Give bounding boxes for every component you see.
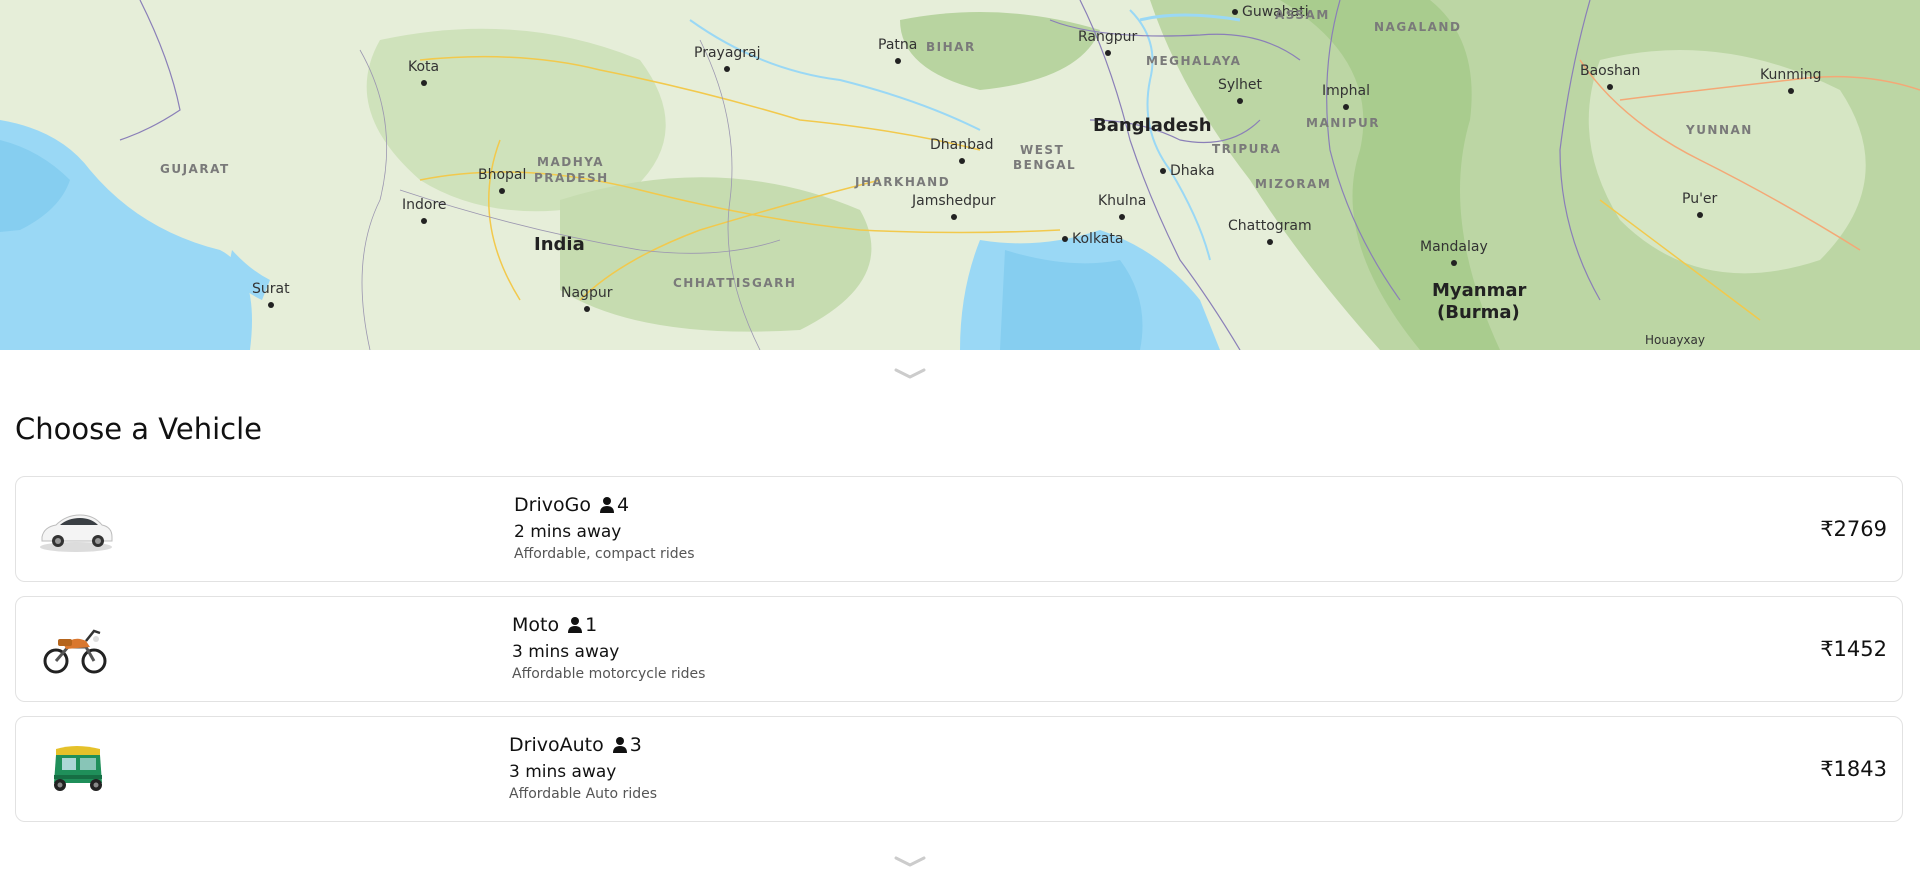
map-country-label: (Burma) [1437,302,1520,323]
map-city-label: Jamshedpur [912,193,996,220]
map-region-label: YUNNAN [1686,123,1753,137]
map-city-label: Patna [878,37,918,64]
map-city-label: Dhaka [1160,163,1215,179]
map-city-label: Kunming [1760,67,1822,94]
map-region-label: PRADESH [534,171,609,185]
vehicle-info: DrivoGo 4 2 mins away Affordable, compac… [514,493,695,562]
chevron-down-icon[interactable] [893,856,927,868]
map-city-label: Kota [408,59,440,86]
vehicle-name-row: Moto 1 [512,613,705,637]
seat-count: 3 [629,734,642,756]
map-country-label: Bangladesh [1093,115,1212,136]
map-region-label: TRIPURA [1212,142,1282,156]
vehicle-name: DrivoGo [514,494,591,516]
motorcycle-icon [43,629,107,674]
vehicle-eta: 2 mins away [514,522,622,542]
map-city-label: Indore [402,197,447,224]
map-region-label: BENGAL [1013,158,1077,172]
person-icon [568,617,583,633]
map-region-label: CHHATTISGARH [673,276,797,290]
map-region-label: MANIPUR [1306,116,1381,130]
vehicle-name-row: DrivoAuto 3 [509,733,657,757]
map-city-label: Sylhet [1218,77,1263,104]
vehicle-description: Affordable motorcycle rides [512,666,706,682]
map-city-label: Nagpur [561,285,613,312]
vehicle-info: Moto 1 3 mins away Affordable motorcycle… [512,613,705,682]
car-icon [40,514,113,552]
map-city-label: Khulna [1098,193,1147,220]
map-country-label: India [534,234,585,255]
person-icon [599,497,614,513]
map-region-label: GUJARAT [160,162,230,176]
page-title: Choose a Vehicle [15,412,262,446]
map-country-label: Myanmar [1432,280,1527,301]
map-region-label: ASSAM [1275,8,1330,22]
vehicle-info: DrivoAuto 3 3 mins away Affordable Auto … [509,733,657,802]
vehicle-eta: 3 mins away [509,762,617,782]
vehicle-eta: 3 mins away [512,642,620,662]
auto-rickshaw-icon [54,746,102,791]
vehicle-price: ₹1452 [1820,637,1887,661]
map-city-label: Rangpur [1078,29,1138,56]
map-city-label: Dhanbad [930,137,994,164]
map-city-label: Pu'er [1682,191,1718,218]
map-region-label: JHARKHAND [855,175,951,189]
map-region-label: WEST [1020,143,1065,157]
person-icon [612,737,627,753]
vehicle-name: Moto [512,614,560,636]
map-region-label: MADHYA [537,155,605,169]
vehicle-price: ₹2769 [1820,517,1887,541]
map-city-label: Prayagraj [694,45,761,72]
map-city-label: Kolkata [1061,231,1124,247]
vehicle-name: DrivoAuto [509,734,604,756]
map-city-label: Chattogram [1228,218,1312,245]
map-region-label: MIZORAM [1255,177,1332,191]
map-city-label: Bhopal [478,167,527,194]
seat-count: 4 [616,494,630,516]
vehicle-description: Affordable Auto rides [509,786,657,802]
vehicle-price: ₹1843 [1820,757,1887,781]
map-city-label: Imphal [1322,83,1370,110]
vehicle-description: Affordable, compact rides [514,546,695,562]
map-city-label: Baoshan [1580,63,1641,90]
map-view[interactable]: Kota Prayagraj Patna Rangpur Guwahati Bh… [0,0,1920,350]
vehicle-option-moto[interactable]: Moto 1 3 mins away Affordable motorcycle… [15,596,1903,702]
vehicle-option-drivoauto[interactable]: DrivoAuto 3 3 mins away Affordable Auto … [15,716,1903,822]
vehicle-name-row: DrivoGo 4 [514,493,695,517]
chevron-down-icon[interactable] [893,368,927,380]
map-city-label: Surat [252,281,290,308]
map-city-label: Houayxay [1645,333,1705,347]
map-region-label: BIHAR [926,40,976,54]
seat-count: 1 [585,614,598,636]
map-region-label: NAGALAND [1374,20,1462,34]
vehicle-option-drivogo[interactable]: DrivoGo 4 2 mins away Affordable, compac… [15,476,1903,582]
map-region-label: MEGHALAYA [1146,54,1242,68]
map-city-label: Mandalay [1420,239,1488,266]
